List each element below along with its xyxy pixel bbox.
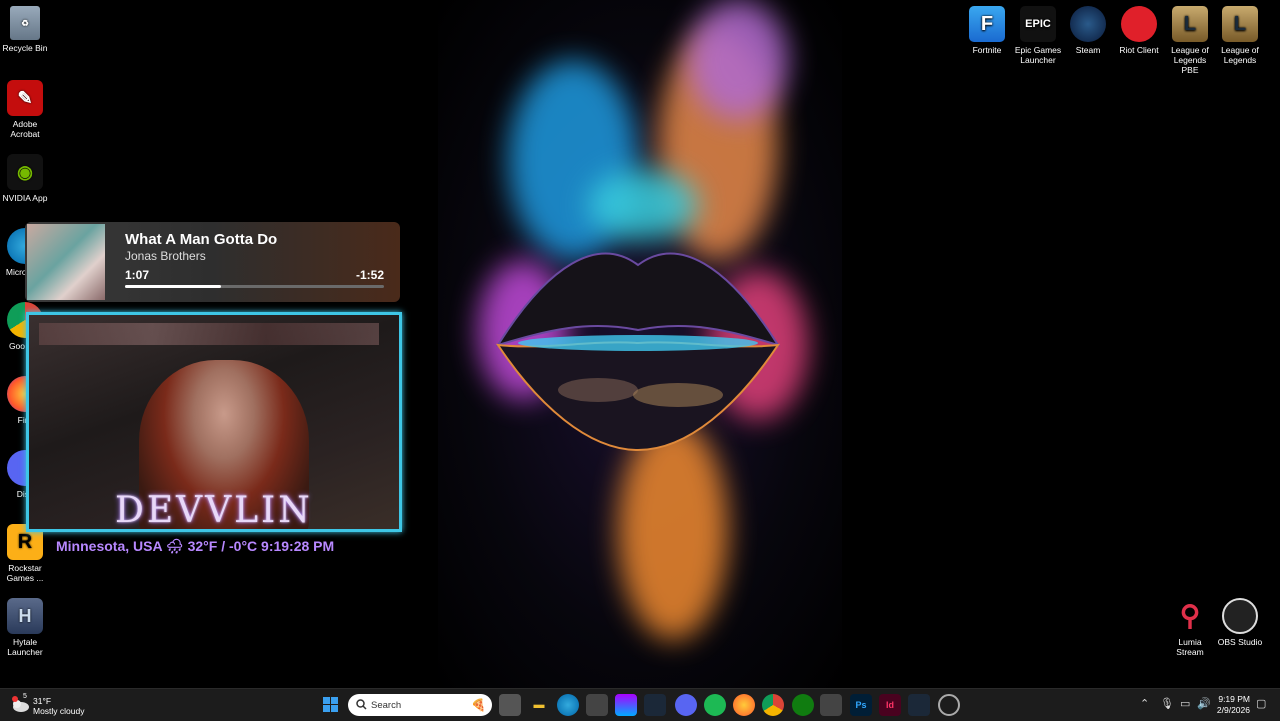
clock-time: 9:19 PM	[1218, 694, 1250, 704]
elapsed-time: 1:07	[125, 268, 150, 282]
steam-taskbar-icon[interactable]	[644, 694, 666, 716]
notification-icon[interactable]: ▢	[1256, 697, 1266, 710]
adobe-acrobat-icon: ✎	[7, 80, 43, 116]
desktop-icon-adobe-acrobat[interactable]: ✎ Adobe Acrobat	[0, 80, 50, 139]
album-art	[27, 224, 105, 300]
taskbar-temp: 31°F	[33, 696, 52, 706]
discord-taskbar-icon[interactable]	[675, 694, 697, 716]
league-pbe-icon: L	[1172, 6, 1208, 42]
desktop-icon-fortnite[interactable]: F Fortnite	[962, 6, 1012, 55]
obs-taskbar-icon[interactable]	[938, 694, 960, 716]
chrome-taskbar-icon[interactable]	[762, 694, 784, 716]
microphone-icon[interactable]: 🎙	[1160, 697, 1174, 710]
desktop-wallpaper	[438, 0, 842, 688]
desktop-icon-lumia-stream[interactable]: ⚲ Lumia Stream	[1165, 598, 1215, 658]
streamer-brand: DEVVLIN	[115, 490, 313, 531]
taskbar: 5 31°F Mostly cloudy Search 🍕 ▬ Ps Id ⌃ …	[0, 688, 1280, 721]
progress-bar	[125, 285, 384, 288]
lumia-stream-icon: ⚲	[1179, 600, 1201, 631]
search-highlight-icon: 🍕	[471, 698, 486, 712]
progress-fill	[125, 285, 221, 288]
indesign-icon[interactable]: Id	[879, 694, 901, 716]
obs-studio-icon	[1222, 598, 1258, 634]
spotify-icon[interactable]	[704, 694, 726, 716]
taskbar-search[interactable]: Search 🍕	[348, 694, 492, 716]
remaining-time: -1:52	[355, 268, 384, 282]
league-icon: L	[1222, 6, 1258, 42]
cloud-icon	[10, 696, 30, 714]
file-explorer-icon[interactable]: ▬	[528, 694, 550, 716]
desktop-icon-nvidia-app[interactable]: ◉ NVIDIA App	[0, 154, 50, 203]
copilot-icon[interactable]	[615, 694, 637, 716]
firefox-taskbar-icon[interactable]	[733, 694, 755, 716]
taskbar-weather-desc: Mostly cloudy	[33, 706, 85, 716]
desktop-icon-recycle-bin[interactable]: ♻ Recycle Bin	[0, 6, 50, 53]
lips-artwork	[495, 252, 781, 452]
desktop-icon-obs-studio[interactable]: OBS Studio	[1215, 598, 1265, 647]
weather-badge: 5	[23, 693, 27, 700]
search-icon	[356, 699, 367, 713]
song-title: What A Man Gotta Do	[125, 231, 278, 248]
desktop-icon-epic-games[interactable]: EPIC Epic Games Launcher	[1013, 6, 1063, 65]
steam-alt-icon[interactable]	[908, 694, 930, 716]
riot-client-icon	[1121, 6, 1157, 42]
network-icon[interactable]: ▭	[1180, 697, 1190, 710]
photoshop-icon[interactable]: Ps	[850, 694, 872, 716]
store-icon[interactable]	[586, 694, 608, 716]
clock-date: 2/9/2026	[1216, 705, 1250, 715]
nvidia-icon: ◉	[7, 154, 43, 190]
volume-icon[interactable]: 🔊	[1197, 697, 1211, 710]
app-taskbar-icon[interactable]	[820, 694, 842, 716]
start-button[interactable]	[320, 694, 342, 716]
search-placeholder: Search	[371, 700, 402, 711]
desktop-icon-rockstar[interactable]: R Rockstar Games ...	[0, 524, 50, 583]
background-shelf	[39, 323, 379, 345]
edge-taskbar-icon[interactable]	[557, 694, 579, 716]
taskbar-clock[interactable]: 9:19 PM 2/9/2026	[1217, 694, 1250, 716]
desktop-icon-league-pbe[interactable]: L League of Legends PBE	[1165, 6, 1215, 75]
desktop-icon-league[interactable]: L League of Legends	[1215, 6, 1265, 65]
steam-icon	[1070, 6, 1106, 42]
song-artist: Jonas Brothers	[125, 249, 206, 263]
now-playing-widget: What A Man Gotta Do Jonas Brothers 1:07 …	[25, 222, 400, 302]
fortnite-icon: F	[969, 6, 1005, 42]
desktop-icon-steam[interactable]: Steam	[1063, 6, 1113, 55]
desktop-icon-riot-client[interactable]: Riot Client	[1114, 6, 1164, 55]
epic-games-icon: EPIC	[1020, 6, 1056, 42]
taskbar-weather-widget[interactable]: 5 31°F Mostly cloudy	[10, 692, 100, 718]
weather-overlay: Minnesota, USA 🌧 32°F / -0°C 9:19:28 PM	[56, 538, 335, 554]
windows-icon	[323, 697, 338, 712]
desktop-icon-hytale[interactable]: H Hytale Launcher	[0, 598, 50, 657]
chevron-up-icon[interactable]: ⌃	[1140, 697, 1149, 710]
task-view-icon[interactable]	[499, 694, 521, 716]
hytale-icon: H	[7, 598, 43, 634]
recycle-bin-icon: ♻	[10, 6, 40, 40]
xbox-icon[interactable]	[792, 694, 814, 716]
